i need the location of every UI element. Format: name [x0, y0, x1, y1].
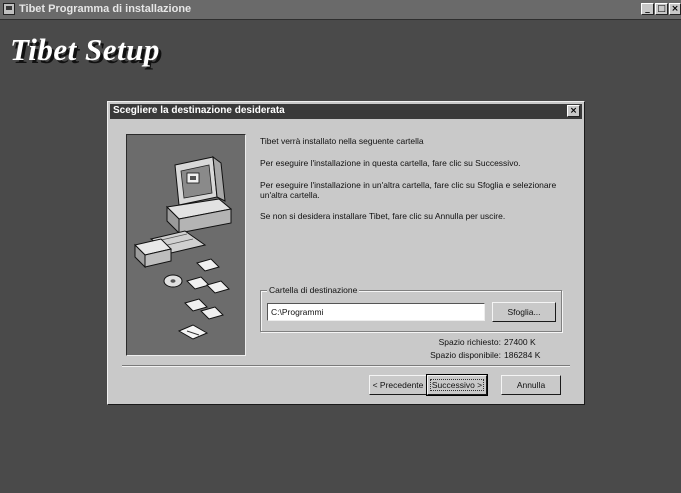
window-close-button[interactable]: ×	[669, 3, 681, 15]
space-available-value: 186284 K	[504, 350, 541, 360]
info-text-cancel: Se non si desidera installare Tibet, far…	[260, 211, 506, 221]
dialog-close-button[interactable]: ×	[567, 105, 580, 117]
destination-dialog: Scegliere la destinazione desiderata × T…	[107, 101, 585, 405]
dialog-title: Scegliere la destinazione desiderata	[113, 105, 285, 116]
setup-illustration	[126, 134, 246, 356]
maximize-button[interactable]: □	[655, 3, 668, 15]
space-required-label: Spazio richiesto:	[438, 337, 501, 347]
outer-title-bar: Tibet Programma di installazione _ □ ×	[0, 0, 681, 20]
space-available-label: Spazio disponibile:	[430, 350, 501, 360]
destination-path-field[interactable]: C:\Programmi	[267, 303, 485, 321]
next-button[interactable]: Successivo >	[426, 374, 488, 396]
info-text-next: Per eseguire l'installazione in questa c…	[260, 158, 521, 168]
space-available-row: Spazio disponibile:	[398, 350, 501, 361]
back-button[interactable]: < Precedente	[369, 375, 427, 395]
destination-folder-group: Cartella di destinazione C:\Programmi Sf…	[260, 285, 562, 332]
cancel-button[interactable]: Annulla	[501, 375, 561, 395]
app-icon	[3, 3, 15, 15]
installer-screen: Tibet Programma di installazione _ □ × T…	[0, 0, 681, 493]
dialog-title-bar: Scegliere la destinazione desiderata ×	[110, 104, 582, 119]
space-required-row: Spazio richiesto:	[398, 337, 501, 348]
destination-folder-label: Cartella di destinazione	[267, 285, 360, 295]
browse-button[interactable]: Sfoglia...	[492, 302, 556, 322]
outer-window-title: Tibet Programma di installazione	[19, 3, 192, 15]
button-separator	[122, 365, 570, 367]
space-required-value: 27400 K	[504, 337, 536, 347]
folder-icon	[177, 324, 209, 340]
setup-banner-title: Tibet Setup	[10, 32, 160, 67]
next-button-label: Successivo >	[429, 379, 485, 391]
info-text-browse: Per eseguire l'installazione in un'altra…	[260, 180, 557, 200]
minimize-button[interactable]: _	[641, 3, 654, 15]
info-text-folder: Tibet verrà installato nella seguente ca…	[260, 136, 424, 146]
